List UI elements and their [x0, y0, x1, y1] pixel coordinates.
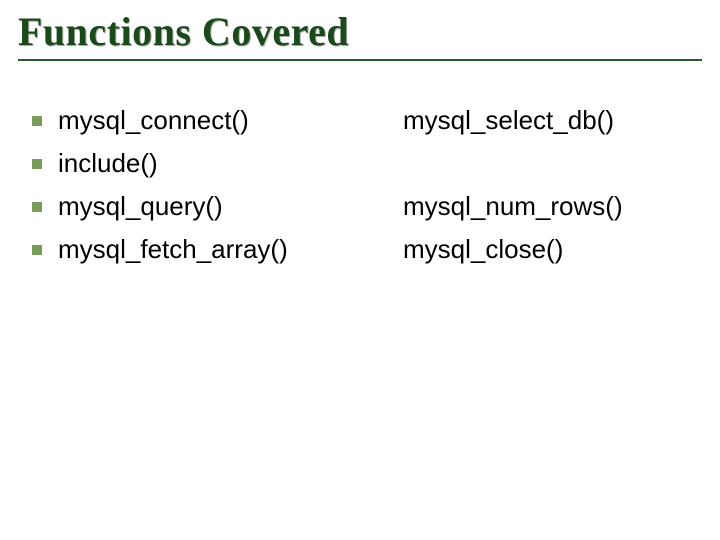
left-column: mysql_connect() include() mysql_query() …: [32, 99, 377, 271]
content-area: mysql_connect() include() mysql_query() …: [18, 99, 702, 271]
list-item: include(): [32, 142, 377, 185]
slide: Functions Covered mysql_connect() includ…: [0, 0, 720, 540]
right-column: mysql_select_db() mysql_num_rows() mysql…: [377, 99, 702, 271]
list-item: mysql_close(): [377, 228, 702, 271]
list-item: mysql_connect(): [32, 99, 377, 142]
slide-title: Functions Covered: [18, 8, 702, 55]
list-item: [377, 142, 702, 185]
item-text: mysql_num_rows(): [403, 191, 623, 222]
bullet-icon: [32, 245, 42, 255]
item-text: mysql_fetch_array(): [58, 234, 288, 265]
item-text: mysql_query(): [58, 191, 223, 222]
list-item: mysql_select_db(): [377, 99, 702, 142]
bullet-icon: [32, 116, 42, 126]
bullet-icon: [32, 202, 42, 212]
title-container: Functions Covered: [18, 8, 702, 61]
bullet-icon: [32, 159, 42, 169]
list-item: mysql_fetch_array(): [32, 228, 377, 271]
list-item: mysql_query(): [32, 185, 377, 228]
item-text: include(): [58, 148, 158, 179]
list-item: mysql_num_rows(): [377, 185, 702, 228]
item-text: mysql_connect(): [58, 105, 249, 136]
item-text: mysql_close(): [403, 234, 563, 265]
item-text: mysql_select_db(): [403, 105, 614, 136]
